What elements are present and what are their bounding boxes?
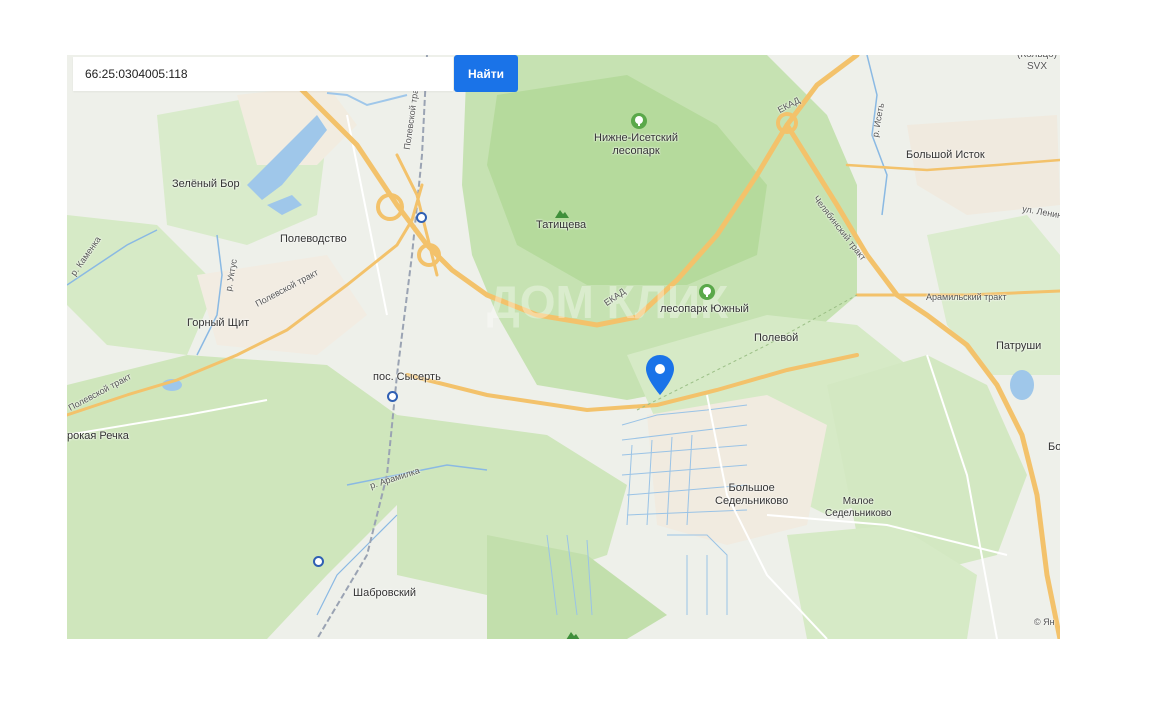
label-pos-sysert: пос. Сысерть	[373, 371, 441, 383]
location-pin-icon[interactable]	[645, 354, 675, 396]
rail-station-icon	[387, 391, 398, 402]
map-view[interactable]: ДОМ КЛИК Нижне-Исетский лесопарк Татищев…	[67, 55, 1060, 639]
find-button[interactable]: Найти	[454, 55, 518, 92]
label-bolshoe-sedelnikovo: Большое Седельниково	[715, 482, 789, 507]
label-bolshoy-istok: Большой Исток	[906, 149, 985, 161]
label-polevodstvo: Полеводство	[280, 233, 347, 245]
label-maloe-sedelnikovo: Малое Седельниково	[825, 496, 892, 519]
mountain-icon	[555, 205, 569, 223]
label-patrushi: Патруши	[996, 340, 1042, 352]
label-zeleny-bor: Зелёный Бор	[172, 178, 240, 190]
label-polevoy: Полевой	[754, 332, 799, 344]
label-aramilsky: Арамильский тракт	[926, 292, 1007, 302]
copyright[interactable]: © Ян	[1034, 617, 1055, 627]
label-bo: Бо	[1048, 441, 1060, 453]
label-shabrovsky: Шабровский	[353, 587, 417, 599]
label-gorny-shchit: Горный Щит	[187, 317, 250, 329]
map-canvas[interactable]	[67, 55, 1060, 639]
park-tree-icon	[631, 113, 647, 134]
rail-station-icon	[313, 556, 324, 567]
cadastral-search-input[interactable]	[73, 57, 453, 91]
label-shirokaya-rechka: рокая Речка	[67, 430, 129, 442]
rail-station-icon	[416, 212, 427, 223]
park-tree-icon	[699, 284, 715, 305]
label-nizhne-isetsky: Нижне-Исетский лесопарк	[594, 132, 678, 157]
label-svx: (Кольцо) SVX	[1017, 55, 1057, 72]
mountain-icon	[566, 627, 580, 639]
